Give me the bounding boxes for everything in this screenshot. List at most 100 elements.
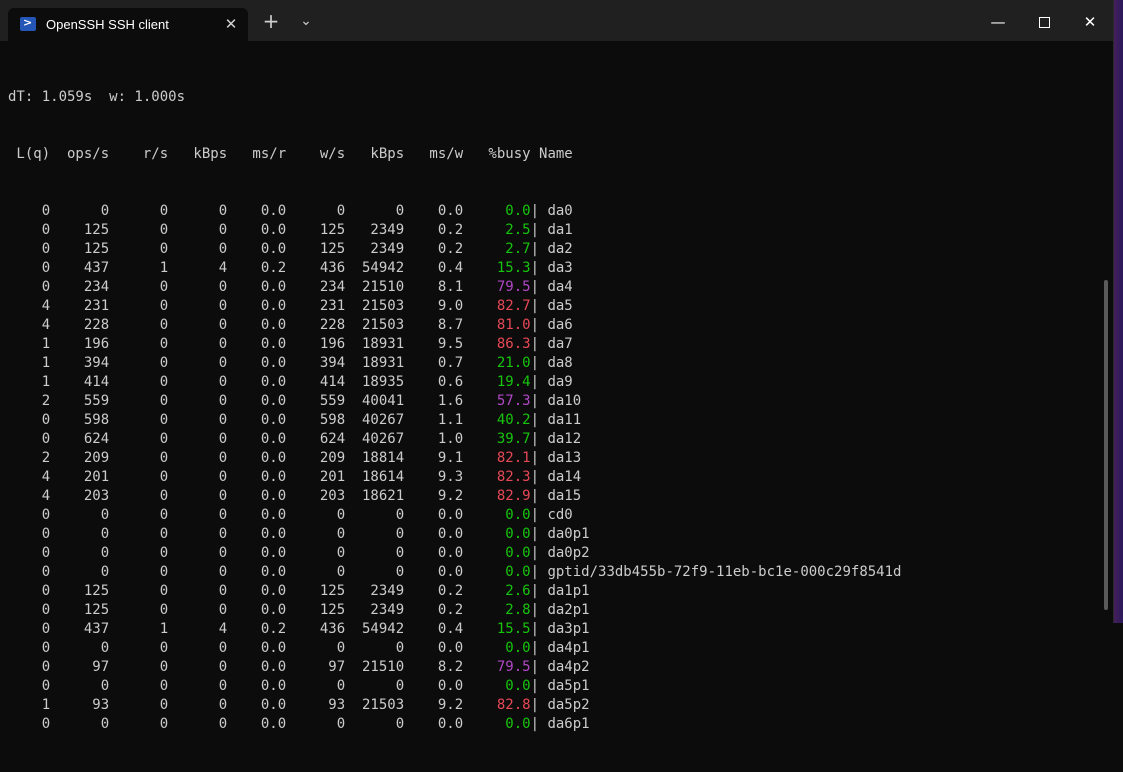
device-name: | cd0 (530, 507, 573, 523)
busy-percent: 15.3 (488, 260, 531, 276)
busy-percent: 0.0 (496, 545, 531, 561)
gstat-row: 2 209 0 0 0.0 209 18814 9.1 82.1| da13 (8, 449, 1103, 468)
gstat-row: 0 0 0 0 0.0 0 0 0.0 0.0| da6p1 (8, 715, 1103, 734)
device-name: | da3p1 (530, 621, 590, 637)
row-stats: 4 203 0 0 0.0 203 18621 9.2 (8, 488, 489, 504)
row-stats: 0 0 0 0 0.0 0 0 0.0 (8, 564, 497, 580)
busy-percent: 0.0 (496, 507, 531, 523)
gstat-row: 0 125 0 0 0.0 125 2349 0.2 2.7| da2 (8, 240, 1103, 259)
row-stats: 0 0 0 0 0.0 0 0 0.0 (8, 545, 497, 561)
gstat-row: 0 0 0 0 0.0 0 0 0.0 0.0| cd0 (8, 506, 1103, 525)
gstat-column-header: L(q) ops/s r/s kBps ms/r w/s kBps ms/w %… (8, 146, 573, 162)
busy-percent: 2.7 (496, 241, 531, 257)
gstat-row: 0 437 1 4 0.2 436 54942 0.4 15.3| da3 (8, 259, 1103, 278)
gstat-row: 0 0 0 0 0.0 0 0 0.0 0.0| da0p2 (8, 544, 1103, 563)
device-name: | da14 (530, 469, 582, 485)
busy-percent: 86.3 (488, 336, 531, 352)
busy-percent: 57.3 (488, 393, 531, 409)
row-stats: 1 93 0 0 0.0 93 21503 9.2 (8, 697, 489, 713)
busy-percent: 0.0 (496, 203, 531, 219)
close-window-button[interactable]: ✕ (1067, 4, 1113, 40)
gstat-row: 1 93 0 0 0.0 93 21503 9.2 82.8| da5p2 (8, 696, 1103, 715)
gstat-row: 4 231 0 0 0.0 231 21503 9.0 82.7| da5 (8, 297, 1103, 316)
row-stats: 0 125 0 0 0.0 125 2349 0.2 (8, 583, 497, 599)
gstat-row: 0 0 0 0 0.0 0 0 0.0 0.0| da0p1 (8, 525, 1103, 544)
gstat-row: 4 228 0 0 0.0 228 21503 8.7 81.0| da6 (8, 316, 1103, 335)
device-name: | da10 (530, 393, 582, 409)
device-name: | da15 (530, 488, 582, 504)
device-name: | da5p2 (530, 697, 590, 713)
busy-percent: 21.0 (488, 355, 531, 371)
gstat-row: 4 203 0 0 0.0 203 18621 9.2 82.9| da15 (8, 487, 1103, 506)
device-name: | da5p1 (530, 678, 590, 694)
device-name: | da7 (530, 336, 573, 352)
terminal-output[interactable]: dT: 1.059s w: 1.000s L(q) ops/s r/s kBps… (8, 50, 1103, 732)
row-stats: 0 0 0 0 0.0 0 0 0.0 (8, 203, 497, 219)
device-name: | da2 (530, 241, 573, 257)
device-name: | da0p1 (530, 526, 590, 542)
gstat-row: 0 125 0 0 0.0 125 2349 0.2 2.6| da1p1 (8, 582, 1103, 601)
device-name: | da2p1 (530, 602, 590, 618)
gstat-row: 4 201 0 0 0.0 201 18614 9.3 82.3| da14 (8, 468, 1103, 487)
tab-openssh[interactable]: > OpenSSH SSH client ✕ (8, 8, 248, 41)
device-name: | da4p1 (530, 640, 590, 656)
busy-percent: 2.6 (496, 583, 531, 599)
gstat-row: 0 125 0 0 0.0 125 2349 0.2 2.8| da2p1 (8, 601, 1103, 620)
busy-percent: 39.7 (488, 431, 531, 447)
row-stats: 4 228 0 0 0.0 228 21503 8.7 (8, 317, 489, 333)
row-stats: 0 234 0 0 0.0 234 21510 8.1 (8, 279, 489, 295)
busy-percent: 82.3 (488, 469, 531, 485)
gstat-row: 0 0 0 0 0.0 0 0 0.0 0.0| da0 (8, 202, 1103, 221)
gstat-row: 0 0 0 0 0.0 0 0 0.0 0.0| da5p1 (8, 677, 1103, 696)
row-stats: 0 97 0 0 0.0 97 21510 8.2 (8, 659, 489, 675)
device-name: | da1 (530, 222, 573, 238)
maximize-button[interactable] (1021, 4, 1067, 40)
device-name: | da6 (530, 317, 573, 333)
row-stats: 4 231 0 0 0.0 231 21503 9.0 (8, 298, 489, 314)
gstat-row: 1 414 0 0 0.0 414 18935 0.6 19.4| da9 (8, 373, 1103, 392)
row-stats: 0 624 0 0 0.0 624 40267 1.0 (8, 431, 489, 447)
row-stats: 0 125 0 0 0.0 125 2349 0.2 (8, 602, 497, 618)
device-name: | da4p2 (530, 659, 590, 675)
busy-percent: 82.1 (488, 450, 531, 466)
row-stats: 0 125 0 0 0.0 125 2349 0.2 (8, 241, 497, 257)
busy-percent: 0.0 (496, 640, 531, 656)
device-name: | da5 (530, 298, 573, 314)
tab-title: OpenSSH SSH client (46, 17, 169, 32)
row-stats: 0 0 0 0 0.0 0 0 0.0 (8, 640, 497, 656)
row-stats: 0 437 1 4 0.2 436 54942 0.4 (8, 621, 489, 637)
gstat-row: 2 559 0 0 0.0 559 40041 1.6 57.3| da10 (8, 392, 1103, 411)
busy-percent: 82.8 (488, 697, 531, 713)
minimize-button[interactable]: — (975, 4, 1021, 40)
row-stats: 2 209 0 0 0.0 209 18814 9.1 (8, 450, 489, 466)
title-bar[interactable]: > OpenSSH SSH client ✕ + ⌄ — ✕ (0, 0, 1113, 41)
gstat-row: 0 125 0 0 0.0 125 2349 0.2 2.5| da1 (8, 221, 1103, 240)
busy-percent: 79.5 (488, 279, 531, 295)
device-name: | da0 (530, 203, 573, 219)
busy-percent: 79.5 (488, 659, 531, 675)
device-name: | da1p1 (530, 583, 590, 599)
device-name: | da3 (530, 260, 573, 276)
gstat-row: 0 0 0 0 0.0 0 0 0.0 0.0| da4p1 (8, 639, 1103, 658)
gstat-row: 0 624 0 0 0.0 624 40267 1.0 39.7| da12 (8, 430, 1103, 449)
gstat-row: 0 97 0 0 0.0 97 21510 8.2 79.5| da4p2 (8, 658, 1103, 677)
device-name: | da9 (530, 374, 573, 390)
row-stats: 0 0 0 0 0.0 0 0 0.0 (8, 678, 497, 694)
gstat-row: 1 394 0 0 0.0 394 18931 0.7 21.0| da8 (8, 354, 1103, 373)
gstat-header-line: dT: 1.059s w: 1.000s (8, 89, 186, 105)
row-stats: 2 559 0 0 0.0 559 40041 1.6 (8, 393, 489, 409)
close-tab-icon[interactable]: ✕ (221, 14, 241, 34)
scrollbar[interactable] (1104, 280, 1108, 610)
busy-percent: 15.5 (488, 621, 531, 637)
busy-percent: 2.8 (496, 602, 531, 618)
powershell-icon: > (20, 16, 36, 31)
chevron-down-icon[interactable]: ⌄ (294, 10, 318, 32)
row-stats: 4 201 0 0 0.0 201 18614 9.3 (8, 469, 489, 485)
device-name: | da8 (530, 355, 573, 371)
new-tab-button[interactable]: + (259, 10, 283, 32)
row-stats: 1 394 0 0 0.0 394 18931 0.7 (8, 355, 489, 371)
row-stats: 0 0 0 0 0.0 0 0 0.0 (8, 526, 497, 542)
busy-percent: 82.9 (488, 488, 531, 504)
busy-percent: 0.0 (496, 526, 531, 542)
device-name: | da4 (530, 279, 573, 295)
